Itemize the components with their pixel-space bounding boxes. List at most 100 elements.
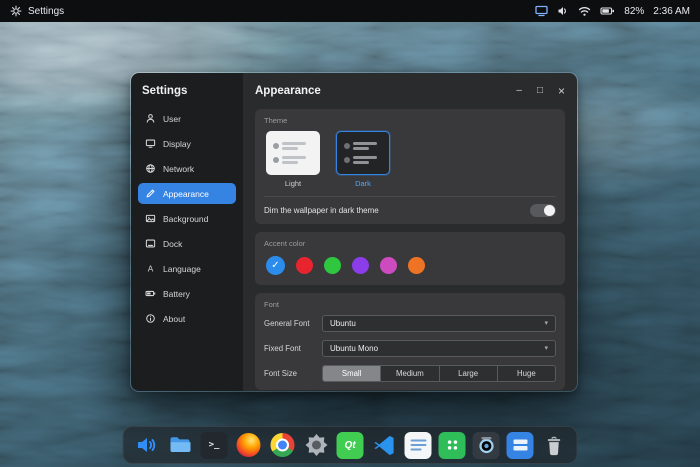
accent-swatch-orange[interactable] (408, 257, 425, 274)
app-grid-icon (445, 438, 459, 452)
text-lines-icon (410, 438, 426, 452)
folder-icon (168, 433, 192, 457)
theme-option-dark[interactable] (336, 131, 390, 175)
accent-swatch-magenta[interactable] (380, 257, 397, 274)
fixed-font-value: Ubuntu Mono (330, 344, 378, 353)
font-size-medium[interactable]: Medium (381, 366, 439, 381)
display-icon (145, 138, 156, 149)
dim-wallpaper-row: Dim the wallpaper in dark theme (264, 196, 556, 217)
general-font-select[interactable]: Ubuntu ▾ (322, 315, 556, 332)
chevron-down-icon: ▾ (544, 320, 548, 327)
sidebar-item-network[interactable]: Network (138, 158, 236, 179)
content-pane: Appearance – □ × Theme Light (243, 73, 577, 391)
trash-icon (543, 434, 566, 457)
sidebar-item-appearance[interactable]: Appearance (138, 183, 236, 204)
font-size-small[interactable]: Small (323, 366, 381, 381)
chrome-icon (270, 433, 294, 457)
dock-icon-terminal[interactable]: >_ (201, 432, 228, 459)
font-size-huge[interactable]: Huge (498, 366, 555, 381)
gear-icon (304, 433, 328, 457)
vscode-icon (373, 434, 396, 457)
focused-app-name: Settings (28, 6, 64, 17)
brush-icon (145, 188, 156, 199)
sidebar-item-label: Display (163, 139, 191, 149)
accent-color-section: Accent color ✓ (255, 232, 565, 285)
settings-window: Settings User Display Network Appearance… (130, 72, 578, 392)
dock-icon (145, 238, 156, 249)
fixed-font-select[interactable]: Ubuntu Mono ▾ (322, 340, 556, 357)
image-icon (145, 213, 156, 224)
wifi-icon[interactable] (578, 6, 591, 17)
sidebar-item-about[interactable]: About (138, 308, 236, 329)
maximize-button[interactable]: □ (537, 86, 543, 96)
font-size-row: Font Size Small Medium Large Huge (264, 365, 556, 382)
fixed-font-row: Fixed Font Ubuntu Mono ▾ (264, 340, 556, 357)
focused-app-indicator[interactable]: Settings (10, 5, 64, 17)
theme-section-title: Theme (264, 116, 556, 125)
accent-swatch-blue[interactable]: ✓ (266, 256, 285, 275)
accent-swatch-purple[interactable] (352, 257, 369, 274)
top-bar: Settings 82% (0, 0, 700, 22)
clock[interactable]: 2:36 AM (653, 6, 690, 17)
general-font-row: General Font Ubuntu ▾ (264, 315, 556, 332)
firefox-icon (236, 433, 260, 457)
theme-option-light-wrap: Light (266, 131, 320, 188)
dock-icon-vscode[interactable] (371, 432, 398, 459)
sidebar-item-display[interactable]: Display (138, 133, 236, 154)
desktop: Settings 82% (0, 0, 700, 467)
general-font-value: Ubuntu (330, 319, 356, 328)
sidebar-item-label: Dock (163, 239, 182, 249)
dock-icon-software-center[interactable] (439, 432, 466, 459)
theme-option-light[interactable] (266, 131, 320, 175)
sidebar-item-label: User (163, 114, 181, 124)
theme-section: Theme Light Dark (255, 109, 565, 224)
dock-icon-files[interactable] (167, 432, 194, 459)
toggle-knob (544, 205, 555, 216)
close-button[interactable]: × (558, 85, 565, 97)
sidebar-item-label: Background (163, 214, 208, 224)
accent-swatch-red[interactable] (296, 257, 313, 274)
camera-lens-icon (474, 433, 498, 457)
fixed-font-label: Fixed Font (264, 344, 322, 353)
font-section: Font General Font Ubuntu ▾ Fixed Font Ub… (255, 293, 565, 390)
dim-wallpaper-toggle[interactable] (530, 204, 556, 217)
minimize-button[interactable]: – (516, 86, 522, 96)
accent-color-swatches: ✓ (264, 254, 556, 278)
dock-icon-firefox[interactable] (235, 432, 262, 459)
sidebar-item-label: Battery (163, 289, 190, 299)
theme-option-dark-wrap: Dark (336, 131, 390, 188)
display-cast-icon[interactable] (535, 5, 548, 17)
chevron-down-icon: ▾ (544, 345, 548, 352)
dock-icon-text-editor[interactable] (405, 432, 432, 459)
font-size-segmented-control: Small Medium Large Huge (322, 365, 556, 382)
sidebar-item-label: Language (163, 264, 201, 274)
accent-swatch-green[interactable] (324, 257, 341, 274)
dim-wallpaper-label: Dim the wallpaper in dark theme (264, 206, 379, 215)
dock-icon-trash[interactable] (541, 432, 568, 459)
drawer-icon (512, 438, 528, 452)
battery-icon[interactable] (600, 5, 615, 17)
volume-icon[interactable] (557, 5, 569, 17)
theme-options: Light Dark (264, 131, 556, 188)
accent-color-title: Accent color (264, 239, 556, 248)
sidebar-item-language[interactable]: A Language (138, 258, 236, 279)
dock-icon-qt-creator[interactable]: Qt (337, 432, 364, 459)
qt-logo-icon: Qt (344, 440, 355, 451)
dock-icon-system-settings[interactable] (303, 432, 330, 459)
dock-icon-camera[interactable] (473, 432, 500, 459)
dock-icon-chrome[interactable] (269, 432, 296, 459)
sidebar-item-battery[interactable]: Battery (138, 283, 236, 304)
theme-light-label: Light (266, 179, 320, 188)
sidebar-item-label: About (163, 314, 185, 324)
battery-percent: 82% (624, 6, 644, 17)
sidebar-item-dock[interactable]: Dock (138, 233, 236, 254)
dock-icon-media-player[interactable] (133, 432, 160, 459)
general-font-label: General Font (264, 319, 322, 328)
user-icon (145, 113, 156, 124)
sidebar-item-label: Network (163, 164, 194, 174)
sidebar-item-background[interactable]: Background (138, 208, 236, 229)
font-size-large[interactable]: Large (440, 366, 498, 381)
battery-icon (145, 288, 156, 299)
dock-icon-file-cabinet[interactable] (507, 432, 534, 459)
sidebar-item-user[interactable]: User (138, 108, 236, 129)
